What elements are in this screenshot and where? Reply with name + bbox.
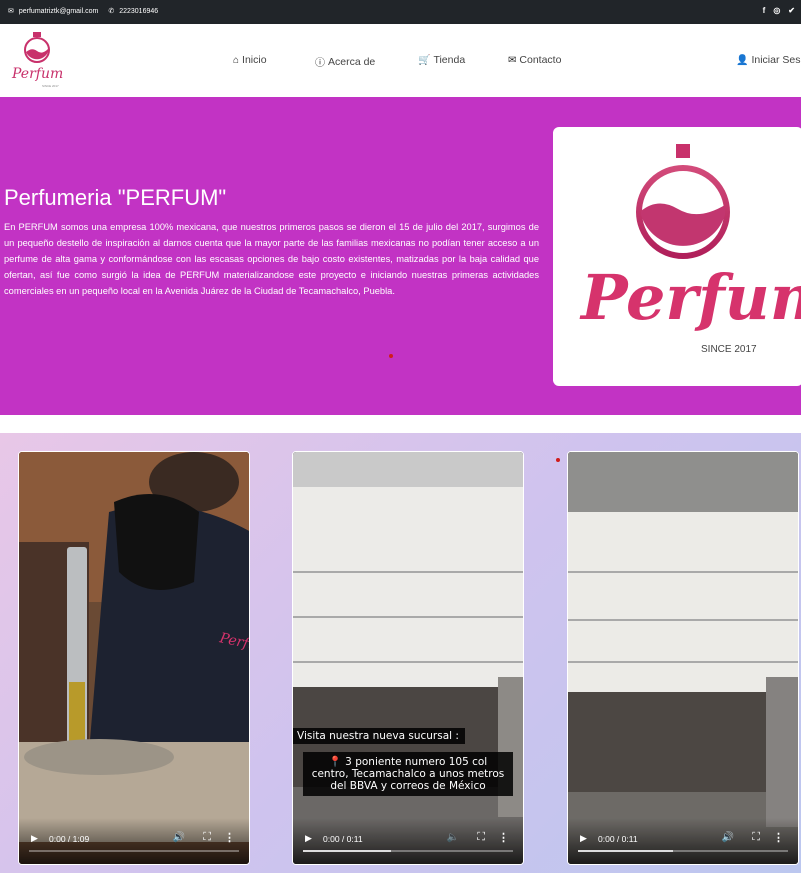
nav-contacto[interactable]: ✉ Contacto bbox=[508, 54, 561, 66]
fullscreen-icon[interactable]: ⛶ bbox=[477, 831, 485, 844]
video-progress-bar[interactable] bbox=[578, 850, 788, 852]
navbar: Perfum SINCE 2017 ⌂ Inicio ⓘ Acerca de 🛒… bbox=[0, 24, 801, 97]
video-time: 0:00 / 1:09 bbox=[49, 834, 90, 844]
video-controls: ▶ 0:00 / 0:11 🔊 ⛶ ⋮ bbox=[568, 818, 798, 864]
video-progress-bar[interactable] bbox=[303, 850, 513, 852]
envelope-icon: ✉ bbox=[508, 54, 517, 66]
nav-inicio[interactable]: ⌂ Inicio bbox=[233, 54, 267, 66]
video-player-3[interactable]: ▶ 0:00 / 0:11 🔊 ⛶ ⋮ bbox=[567, 451, 799, 865]
hero-logo-card: Perfum SINCE 2017 bbox=[553, 127, 801, 386]
play-icon[interactable]: ▶ bbox=[580, 833, 587, 844]
video-progress-bar[interactable] bbox=[29, 850, 239, 852]
play-icon[interactable]: ▶ bbox=[305, 833, 312, 844]
instagram-icon[interactable]: ◎ bbox=[773, 6, 780, 15]
more-options-icon[interactable]: ⋮ bbox=[773, 831, 784, 844]
nav-label: Acerca de bbox=[328, 55, 376, 68]
social-links: f ◎ ✔ bbox=[763, 6, 795, 15]
more-options-icon[interactable]: ⋮ bbox=[224, 831, 235, 844]
nav-label: Inicio bbox=[242, 54, 267, 66]
phone-icon: ✆ bbox=[108, 8, 115, 15]
video-controls: ▶ 0:00 / 1:09 🔊 ⛶ ⋮ bbox=[19, 818, 249, 864]
volume-icon[interactable]: 🔊 bbox=[722, 832, 734, 843]
contact-email[interactable]: perfumatriztk@gmail.com bbox=[19, 8, 98, 15]
logo-text: Perfum bbox=[11, 66, 63, 82]
play-icon[interactable]: ▶ bbox=[31, 833, 38, 844]
video-player-1[interactable]: Perfu ▶ 0:00 / 1:09 🔊 ⛶ ⋮ bbox=[18, 451, 250, 865]
home-icon: ⌂ bbox=[233, 54, 240, 66]
video-frame: Perfu bbox=[19, 452, 249, 864]
contact-phone[interactable]: 2223016946 bbox=[119, 8, 158, 15]
nav-tienda[interactable]: 🛒 Tienda bbox=[418, 54, 465, 66]
nav-acerca[interactable]: ⓘ Acerca de bbox=[315, 54, 376, 70]
carousel-indicator[interactable] bbox=[389, 354, 393, 358]
video-frame bbox=[293, 452, 523, 864]
video-time: 0:00 / 0:11 bbox=[598, 834, 638, 844]
envelope-icon: ✉ bbox=[8, 8, 14, 15]
volume-icon[interactable]: 🔊 bbox=[173, 832, 185, 843]
video-frame bbox=[568, 452, 798, 864]
facebook-icon[interactable]: f bbox=[763, 6, 766, 15]
more-options-icon[interactable]: ⋮ bbox=[498, 831, 509, 844]
video-section: Perfu ▶ 0:00 / 1:09 🔊 ⛶ ⋮ Visita nuestra… bbox=[0, 433, 801, 873]
section-spacer bbox=[0, 415, 801, 433]
volume-icon[interactable]: 🔈 bbox=[447, 832, 459, 843]
hero-section: Perfumeria "PERFUM" En PERFUM somos una … bbox=[0, 97, 801, 415]
nav-login[interactable]: 👤 Iniciar Sesi bbox=[736, 54, 801, 66]
caption-line-2: 📍 3 poniente numero 105 col centro, Teca… bbox=[303, 752, 513, 796]
fullscreen-icon[interactable]: ⛶ bbox=[752, 831, 760, 844]
nav-label: Contacto bbox=[519, 54, 562, 66]
twitter-icon[interactable]: ✔ bbox=[788, 6, 795, 15]
hero-title: Perfumeria "PERFUM" bbox=[4, 185, 227, 210]
video-controls: ▶ 0:00 / 0:11 🔈 ⛶ ⋮ bbox=[293, 818, 523, 864]
video-player-2[interactable]: Visita nuestra nueva sucursal : 📍 3 poni… bbox=[292, 451, 524, 865]
brand-logo[interactable]: Perfum SINCE 2017 bbox=[8, 30, 64, 90]
video-time: 0:00 / 0:11 bbox=[323, 834, 363, 844]
svg-text:SINCE 2017: SINCE 2017 bbox=[42, 84, 59, 88]
top-bar: ✉ perfumatriztk@gmail.com ✆ 2223016946 f… bbox=[0, 0, 801, 24]
video-caption: Visita nuestra nueva sucursal : 📍 3 poni… bbox=[293, 728, 523, 796]
contact-info: ✉ perfumatriztk@gmail.com ✆ 2223016946 bbox=[8, 7, 158, 16]
caption-line-1: Visita nuestra nueva sucursal : bbox=[293, 728, 465, 744]
hero-text: En PERFUM somos una empresa 100% mexican… bbox=[4, 222, 539, 297]
nav-label: Tienda bbox=[433, 54, 466, 66]
logo-since: SINCE 2017 bbox=[701, 344, 757, 355]
info-icon: ⓘ bbox=[315, 58, 325, 69]
nav-label: Iniciar Sesi bbox=[751, 54, 801, 66]
fullscreen-icon[interactable]: ⛶ bbox=[203, 831, 211, 844]
cart-icon: 🛒 bbox=[418, 54, 431, 66]
user-icon: 👤 bbox=[736, 54, 749, 66]
perfum-logo: Perfum SINCE 2017 bbox=[579, 144, 801, 355]
logo-word: Perfum bbox=[579, 261, 801, 334]
carousel-indicator[interactable] bbox=[556, 458, 560, 462]
